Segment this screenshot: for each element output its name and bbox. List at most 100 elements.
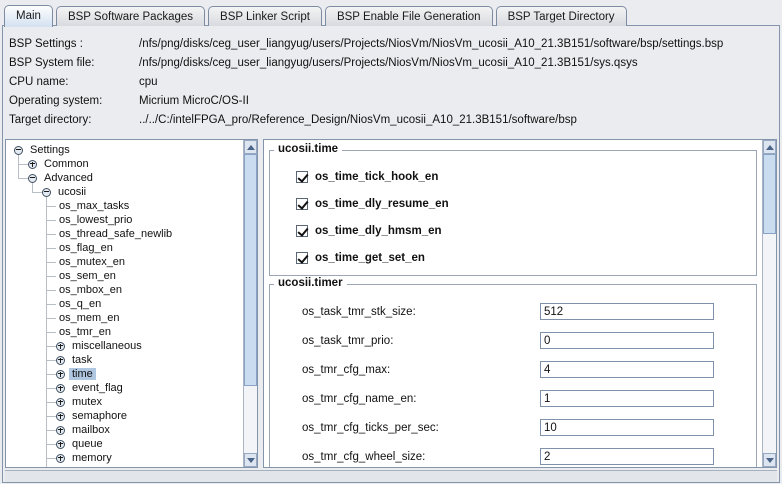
tree-node-common[interactable]: Common <box>6 157 243 171</box>
checkbox-label: os_time_tick_hook_en <box>315 171 438 183</box>
tree-node-os-tmr-en[interactable]: os_tmr_en <box>6 325 243 339</box>
tab-bsp-software-packages[interactable]: BSP Software Packages <box>56 6 205 26</box>
checkbox-row-os-time-get-set-en[interactable]: os_time_get_set_en <box>278 244 748 271</box>
info-row: Operating system:Micrium MicroC/OS-II <box>9 92 773 111</box>
info-label: Target directory: <box>9 111 139 130</box>
tree-node-os-mem-en[interactable]: os_mem_en <box>6 311 243 325</box>
input-os-task-tmr-stk-size[interactable] <box>540 303 714 320</box>
tree-node-label: time <box>69 368 96 380</box>
info-row: BSP Settings :/nfs/png/disks/ceg_user_li… <box>9 35 773 54</box>
input-os-tmr-cfg-max[interactable] <box>540 361 714 378</box>
expand-toggle-icon[interactable] <box>56 426 65 435</box>
expand-toggle-icon[interactable] <box>56 398 65 407</box>
triangle-down-icon <box>247 458 255 463</box>
triangle-down-icon <box>766 458 774 463</box>
tree-node-label: ucosii <box>55 186 89 198</box>
tree-node-os-q-en[interactable]: os_q_en <box>6 297 243 311</box>
expand-toggle-icon[interactable] <box>28 160 37 169</box>
tree-node-os-thread-safe-newlib[interactable]: os_thread_safe_newlib <box>6 227 243 241</box>
info-value: /nfs/png/disks/ceg_user_liangyug/users/P… <box>139 57 638 69</box>
horizontal-scrollbar[interactable] <box>5 470 777 482</box>
tree-node-timer[interactable]: timer <box>6 465 243 467</box>
field-row-os-task-tmr-stk-size: os_task_tmr_stk_size: <box>278 297 748 326</box>
expand-toggle-icon[interactable] <box>56 454 65 463</box>
tree-node-label: os_q_en <box>56 298 104 310</box>
tree-panel: SettingsCommonAdvanced ucosiios_max_tasks… <box>5 139 258 468</box>
collapse-toggle-icon[interactable] <box>42 188 51 197</box>
tree-node-semaphore[interactable]: semaphore <box>6 409 243 423</box>
triangle-up-icon <box>247 145 255 150</box>
checkbox-os-time-get-set-en[interactable] <box>296 252 308 264</box>
tree-node-ucosii[interactable]: ucosii <box>6 185 243 199</box>
tree-node-os-flag-en[interactable]: os_flag_en <box>6 241 243 255</box>
field-row-os-tmr-cfg-wheel-size: os_tmr_cfg_wheel_size: <box>278 442 748 467</box>
bsp-editor-window: MainBSP Software PackagesBSP Linker Scri… <box>0 0 782 484</box>
tree-node-mutex[interactable]: mutex <box>6 395 243 409</box>
tree-vertical-scrollbar[interactable] <box>243 140 257 467</box>
expand-toggle-icon[interactable] <box>56 412 65 421</box>
tree-node-time[interactable]: time <box>6 367 243 381</box>
tree-node-task[interactable]: task <box>6 353 243 367</box>
tree-node-label: os_tmr_en <box>56 326 114 338</box>
tree-node-os-mbox-en[interactable]: os_mbox_en <box>6 283 243 297</box>
input-os-tmr-cfg-name-en[interactable] <box>540 390 714 407</box>
expand-toggle-icon[interactable] <box>56 384 65 393</box>
tree-node-memory[interactable]: memory <box>6 451 243 465</box>
tab-bsp-target-directory[interactable]: BSP Target Directory <box>496 6 627 26</box>
info-panel: BSP Settings :/nfs/png/disks/ceg_user_li… <box>3 26 779 130</box>
form-content: ucosii.time os_time_tick_hook_enos_time_… <box>264 140 762 467</box>
tree-node-label: os_lowest_prio <box>56 214 135 226</box>
tree-node-os-sem-en[interactable]: os_sem_en <box>6 269 243 283</box>
tree-node-settings[interactable]: Settings <box>6 143 243 157</box>
tree-node-label: os_thread_safe_newlib <box>56 228 175 240</box>
input-os-tmr-cfg-ticks-per-sec[interactable] <box>540 419 714 436</box>
tree-node-os-mutex-en[interactable]: os_mutex_en <box>6 255 243 269</box>
expand-toggle-icon[interactable] <box>56 370 65 379</box>
input-os-tmr-cfg-wheel-size[interactable] <box>540 448 714 465</box>
timer-group: ucosii.timer os_task_tmr_stk_size:os_tas… <box>269 284 757 467</box>
expand-toggle-icon[interactable] <box>56 342 65 351</box>
collapse-toggle-icon[interactable] <box>28 174 37 183</box>
checkbox-os-time-dly-resume-en[interactable] <box>296 198 308 210</box>
tree-node-label: mutex <box>69 396 105 408</box>
tree-scrollbar-track[interactable] <box>244 154 257 453</box>
info-row: Target directory:../../C:/intelFPGA_pro/… <box>9 111 773 130</box>
tree-scrollbar-thumb[interactable] <box>244 154 257 386</box>
field-label: os_tmr_cfg_ticks_per_sec: <box>302 422 540 434</box>
tree-node-miscellaneous[interactable]: miscellaneous <box>6 339 243 353</box>
tree-node-queue[interactable]: queue <box>6 437 243 451</box>
checkbox-row-os-time-dly-hmsm-en[interactable]: os_time_dly_hmsm_en <box>278 217 748 244</box>
checkbox-row-os-time-dly-resume-en[interactable]: os_time_dly_resume_en <box>278 190 748 217</box>
tab-bsp-linker-script[interactable]: BSP Linker Script <box>208 6 322 26</box>
info-row: BSP System file:/nfs/png/disks/ceg_user_… <box>9 54 773 73</box>
input-os-task-tmr-prio[interactable] <box>540 332 714 349</box>
field-row-os-task-tmr-prio: os_task_tmr_prio: <box>278 326 748 355</box>
checkbox-os-time-tick-hook-en[interactable] <box>296 171 308 183</box>
tree-node-advanced[interactable]: Advanced <box>6 171 243 185</box>
scroll-up-arrow-icon[interactable] <box>763 140 776 154</box>
scroll-up-arrow-icon[interactable] <box>244 140 257 154</box>
info-row: CPU name:cpu <box>9 73 773 92</box>
checkbox-os-time-dly-hmsm-en[interactable] <box>296 225 308 237</box>
tree-node-os-max-tasks[interactable]: os_max_tasks <box>6 199 243 213</box>
expand-toggle-icon[interactable] <box>56 356 65 365</box>
info-value: ../../C:/intelFPGA_pro/Reference_Design/… <box>139 114 577 126</box>
form-vertical-scrollbar[interactable] <box>762 140 776 467</box>
form-scrollbar-track[interactable] <box>763 154 776 453</box>
tree-node-mailbox[interactable]: mailbox <box>6 423 243 437</box>
tree-node-label: timer <box>69 466 99 467</box>
tree-node-label: os_sem_en <box>56 270 119 282</box>
expand-toggle-icon[interactable] <box>56 440 65 449</box>
tab-bsp-enable-file-generation[interactable]: BSP Enable File Generation <box>325 6 493 26</box>
scroll-down-arrow-icon[interactable] <box>244 453 257 467</box>
info-label: Operating system: <box>9 92 139 111</box>
scroll-down-arrow-icon[interactable] <box>763 453 776 467</box>
form-scrollbar-thumb[interactable] <box>763 154 776 234</box>
collapse-toggle-icon[interactable] <box>14 146 23 155</box>
tree-node-label: Advanced <box>41 172 96 184</box>
checkbox-row-os-time-tick-hook-en[interactable]: os_time_tick_hook_en <box>278 163 748 190</box>
tab-main[interactable]: Main <box>4 5 53 27</box>
tree-node-os-lowest-prio[interactable]: os_lowest_prio <box>6 213 243 227</box>
tree-node-label: event_flag <box>69 382 126 394</box>
tree-node-event-flag[interactable]: event_flag <box>6 381 243 395</box>
